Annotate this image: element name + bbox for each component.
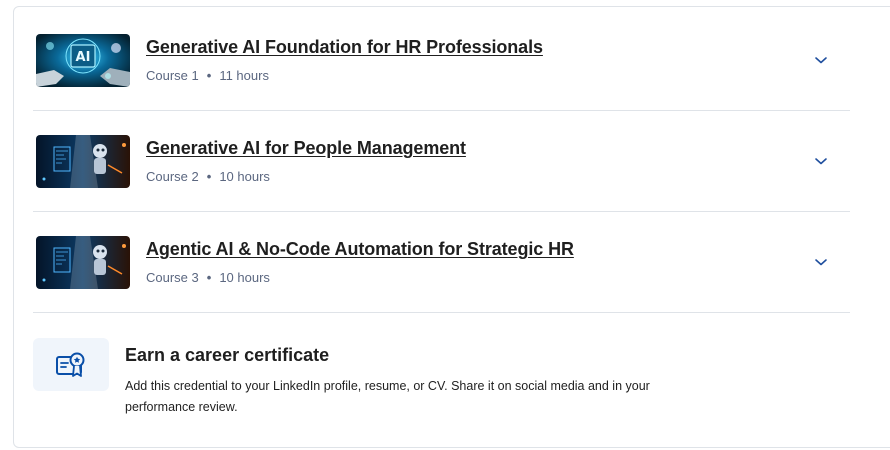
certificate-description: Add this credential to your LinkedIn pro… bbox=[125, 379, 650, 414]
course-thumbnail: AI bbox=[36, 34, 130, 87]
course-list: AI Generative AI Foundation for HR Profe… bbox=[33, 10, 850, 313]
course-duration: 10 hours bbox=[219, 270, 270, 285]
course-number: Course 2 bbox=[146, 169, 199, 184]
chevron-down-icon[interactable] bbox=[814, 156, 828, 166]
course-meta: Course 2 • 10 hours bbox=[146, 169, 270, 184]
meta-separator: • bbox=[206, 169, 212, 184]
course-number: Course 1 bbox=[146, 68, 199, 83]
course-title[interactable]: Agentic AI & No-Code Automation for Stra… bbox=[146, 239, 574, 260]
course-item-1[interactable]: AI Generative AI Foundation for HR Profe… bbox=[33, 10, 850, 111]
certificate-icon-box bbox=[33, 338, 109, 391]
meta-separator: • bbox=[206, 270, 212, 285]
course-meta: Course 3 • 10 hours bbox=[146, 270, 270, 285]
meta-separator: • bbox=[206, 68, 212, 83]
course-item-2[interactable]: Generative AI for People Management Cour… bbox=[33, 111, 850, 212]
course-title[interactable]: Generative AI for People Management bbox=[146, 138, 466, 159]
chevron-down-icon[interactable] bbox=[814, 257, 828, 267]
career-certificate-section: Earn a career certificate Add this crede… bbox=[33, 337, 850, 427]
course-duration: 11 hours bbox=[219, 68, 269, 83]
certificate-icon bbox=[56, 352, 85, 377]
course-thumbnail bbox=[36, 135, 130, 188]
course-duration: 10 hours bbox=[219, 169, 270, 184]
course-number: Course 3 bbox=[146, 270, 199, 285]
svg-text:AI: AI bbox=[76, 50, 91, 65]
certificate-title: Earn a career certificate bbox=[125, 345, 330, 365]
course-title[interactable]: Generative AI Foundation for HR Professi… bbox=[146, 37, 543, 58]
course-item-3[interactable]: Agentic AI & No-Code Automation for Stra… bbox=[33, 212, 850, 313]
chevron-down-icon[interactable] bbox=[814, 55, 828, 65]
course-thumbnail bbox=[36, 236, 130, 289]
course-meta: Course 1 • 11 hours bbox=[146, 68, 269, 83]
